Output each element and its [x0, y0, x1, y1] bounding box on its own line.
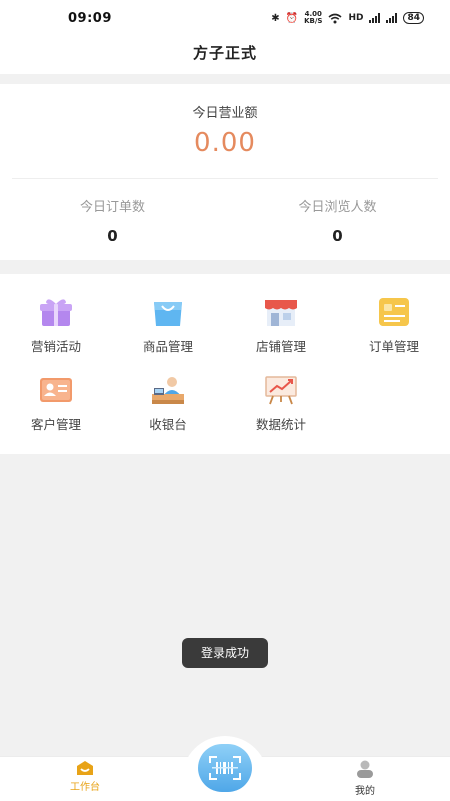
- visitors-stat: 今日浏览人数 0: [225, 196, 450, 245]
- title-bar: 方子正式: [0, 36, 450, 74]
- signal-icon-2: [386, 13, 398, 23]
- menu-grid: 营销活动 商品管理 店铺管理 订单管理 客户管理 收银台 数据统计: [0, 274, 450, 454]
- menu-label-store: 店铺管理: [255, 339, 306, 354]
- menu-item-orders[interactable]: 订单管理: [338, 296, 450, 355]
- orders-label: 今日订单数: [79, 200, 145, 215]
- orders-stat: 今日订单数 0: [0, 196, 225, 245]
- menu-item-marketing[interactable]: 营销活动: [0, 296, 112, 355]
- cashier-icon: [152, 377, 184, 404]
- alarm-icon: ⏰: [285, 12, 299, 24]
- stats-card: 今日营业额 0.00 今日订单数 0 今日浏览人数 0: [0, 84, 450, 260]
- shopping-bag-icon: [154, 302, 182, 326]
- network-speed: 4.00 KB/S: [304, 11, 322, 25]
- hd-label: HD: [348, 13, 364, 23]
- orders-value: 0: [107, 227, 118, 245]
- order-list-icon: [379, 298, 409, 326]
- menu-label-analytics: 数据统计: [255, 417, 306, 432]
- status-time: 09:09: [68, 10, 112, 26]
- menu-label-products: 商品管理: [142, 339, 193, 354]
- store-icon: [265, 300, 297, 326]
- menu-label-customers: 客户管理: [30, 417, 81, 432]
- menu-item-cashier[interactable]: 收银台: [112, 374, 224, 433]
- user-icon: [357, 760, 373, 778]
- stats-divider: [12, 178, 438, 179]
- tab-mine[interactable]: 我的: [320, 760, 410, 797]
- tab-mine-label: 我的: [355, 786, 375, 797]
- gift-icon: [40, 299, 72, 326]
- revenue-label: 今日营业额: [192, 106, 258, 121]
- signal-icon-1: [369, 13, 381, 23]
- menu-item-store[interactable]: 店铺管理: [225, 296, 337, 355]
- menu-label-cashier: 收银台: [149, 417, 187, 432]
- tab-workbench[interactable]: 工作台: [40, 760, 130, 793]
- menu-item-customers[interactable]: 客户管理: [0, 374, 112, 433]
- tab-workbench-label: 工作台: [70, 782, 100, 793]
- visitors-value: 0: [332, 227, 343, 245]
- network-speed-unit: KB/S: [304, 17, 323, 25]
- wifi-icon: [328, 13, 342, 23]
- menu-label-marketing: 营销活动: [30, 339, 81, 354]
- chart-board-icon: [265, 376, 297, 405]
- battery-indicator: 84: [403, 12, 424, 24]
- page-title: 方子正式: [192, 44, 257, 62]
- status-bar: 09:09 ✱ ⏰ 4.00 KB/S HD 84: [0, 0, 450, 36]
- workbench-icon: [77, 761, 93, 775]
- menu-item-analytics[interactable]: 数据统计: [225, 374, 337, 433]
- scan-icon: [209, 756, 241, 780]
- revenue-value: 0.00: [194, 128, 256, 158]
- status-icons: ✱ ⏰ 4.00 KB/S HD 84: [271, 11, 424, 25]
- bluetooth-icon: ✱: [271, 12, 280, 24]
- scan-button[interactable]: [198, 744, 252, 792]
- visitors-label: 今日浏览人数: [298, 200, 377, 215]
- customer-card-icon: [40, 378, 72, 402]
- toast-message: 登录成功: [182, 638, 268, 668]
- menu-label-orders: 订单管理: [368, 339, 419, 354]
- menu-item-products[interactable]: 商品管理: [112, 296, 224, 355]
